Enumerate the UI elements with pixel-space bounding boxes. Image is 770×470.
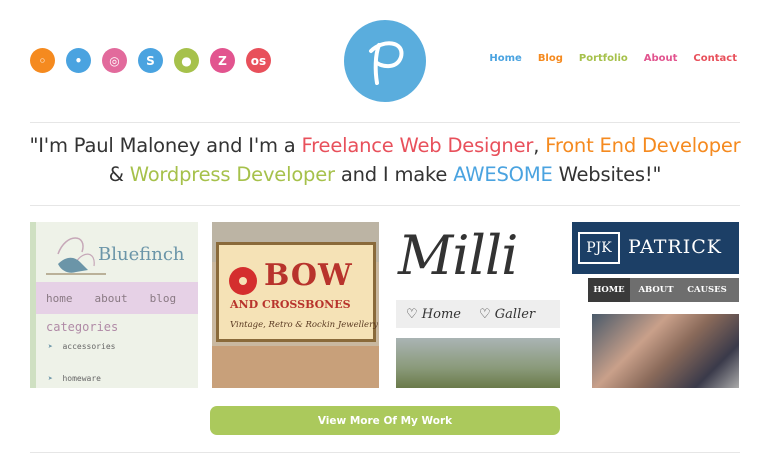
portfolio-milli[interactable]: Milli ♡ Home ♡ Galler bbox=[396, 222, 560, 388]
highlight-wordpress: Wordpress Developer bbox=[129, 163, 335, 186]
bluefinch-nav-blog: blog bbox=[149, 291, 177, 305]
lastfm-icon[interactable]: os bbox=[246, 48, 271, 73]
patrick-brand: PATRICK bbox=[628, 236, 722, 258]
portfolio-patrick[interactable]: PJK PATRICK HOME ABOUT CAUSES bbox=[572, 222, 739, 388]
bluefinch-cat-2: ➤ homeware bbox=[48, 374, 101, 383]
highlight-awesome: AWESOME bbox=[453, 163, 553, 186]
portfolio-bow-crossbones[interactable]: BOW AND CROSSBONES Vintage, Retro & Rock… bbox=[212, 222, 379, 388]
highlight-web-designer: Freelance Web Designer bbox=[301, 134, 534, 157]
patrick-nav: HOME ABOUT CAUSES bbox=[588, 278, 739, 302]
bluefinch-categories: categories bbox=[46, 320, 119, 334]
user-icon[interactable]: ● bbox=[174, 48, 199, 73]
milli-nav: ♡ Home ♡ Galler bbox=[396, 300, 560, 328]
nav-contact[interactable]: Contact bbox=[693, 53, 737, 64]
highlight-front-end: Front End Developer bbox=[545, 134, 741, 157]
patrick-mark: PJK bbox=[578, 232, 620, 264]
bluefinch-cat-1: ➤ accessories bbox=[48, 342, 116, 351]
milli-brand: Milli bbox=[398, 224, 518, 287]
divider bbox=[30, 122, 740, 123]
milli-nav-gallery: ♡ Galler bbox=[478, 306, 536, 322]
zerply-icon[interactable]: Z bbox=[210, 48, 235, 73]
bluefinch-nav-about: about bbox=[94, 291, 128, 305]
patrick-nav-causes: CAUSES bbox=[687, 285, 727, 295]
nav-home[interactable]: Home bbox=[489, 53, 521, 64]
heart-icon: ♡ bbox=[406, 306, 418, 322]
social-links: ◦ • ◎ S ● Z os bbox=[30, 48, 271, 73]
hibiscus-icon bbox=[229, 267, 257, 295]
milli-nav-home: ♡ Home bbox=[406, 306, 461, 322]
heart-icon: ♡ bbox=[478, 306, 491, 322]
bow-title: BOW bbox=[264, 258, 353, 293]
logo-p-icon bbox=[369, 41, 404, 85]
rss-icon[interactable]: ◦ bbox=[30, 48, 55, 73]
divider bbox=[30, 452, 740, 453]
bluefinch-nav-home: home bbox=[46, 291, 73, 305]
view-more-button[interactable]: View More Of My Work bbox=[210, 406, 560, 435]
portfolio-bluefinch[interactable]: Bluefinch home about blog categories ➤ a… bbox=[30, 222, 198, 388]
bird-icon: ➤ bbox=[48, 342, 53, 351]
nav-about[interactable]: About bbox=[644, 53, 678, 64]
patrick-nav-home: HOME bbox=[588, 278, 630, 302]
intro-tagline: "I'm Paul Maloney and I'm a Freelance We… bbox=[29, 134, 741, 186]
patrick-photo bbox=[592, 314, 739, 388]
twitter-icon[interactable]: • bbox=[66, 48, 91, 73]
skype-icon[interactable]: S bbox=[138, 48, 163, 73]
bluefinch-brand: Bluefinch bbox=[98, 244, 185, 265]
bird-icon: ➤ bbox=[48, 374, 53, 383]
bluefinch-nav: home about blog bbox=[36, 282, 198, 314]
dribbble-icon[interactable]: ◎ bbox=[102, 48, 127, 73]
bow-tagline: Vintage, Retro & Rockin Jewellery bbox=[230, 320, 378, 330]
milli-photo bbox=[396, 338, 560, 388]
divider bbox=[30, 205, 740, 206]
site-logo[interactable] bbox=[344, 20, 426, 102]
main-nav: Home Blog Portfolio About Contact bbox=[489, 53, 737, 64]
nav-blog[interactable]: Blog bbox=[538, 53, 563, 64]
nav-portfolio[interactable]: Portfolio bbox=[579, 53, 628, 64]
bow-ground bbox=[212, 346, 379, 388]
patrick-nav-about: ABOUT bbox=[638, 285, 674, 295]
bow-subtitle: AND CROSSBONES bbox=[230, 298, 351, 311]
